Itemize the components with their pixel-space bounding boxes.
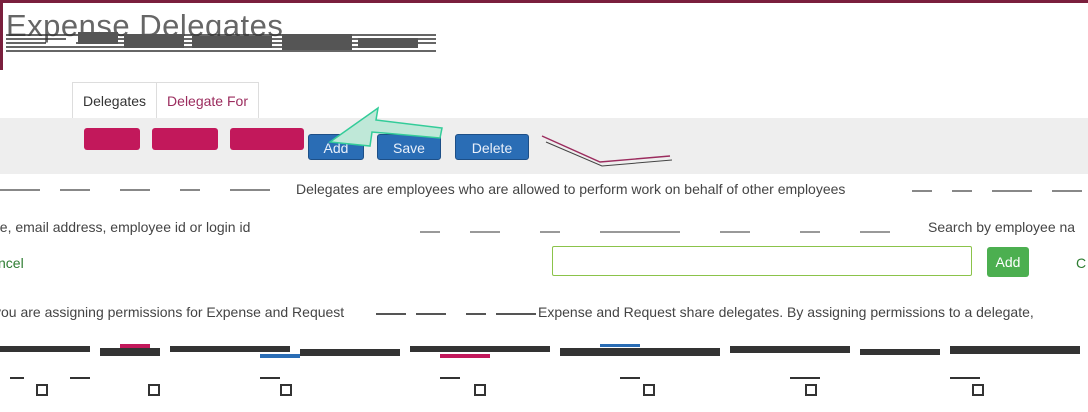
description-distortion-left (0, 189, 270, 191)
row-checkbox[interactable] (36, 384, 48, 396)
tab-bar: Delegates Delegate For (72, 82, 259, 118)
tab-delegates[interactable]: Delegates (72, 82, 158, 118)
toolbar-mask (0, 150, 296, 174)
row-checkbox[interactable] (643, 384, 655, 396)
title-distortion (6, 32, 436, 52)
row-checkbox[interactable] (474, 384, 486, 396)
row-checkbox[interactable] (148, 384, 160, 396)
row-checkbox[interactable] (280, 384, 292, 396)
left-border (0, 0, 3, 70)
hint-distortion (420, 231, 890, 233)
row-separator (10, 377, 980, 379)
arrow-annotation-icon (327, 106, 443, 147)
arrow-annotation-2-icon (541, 135, 673, 167)
note-distortion (376, 313, 536, 315)
employee-search-input[interactable] (552, 246, 972, 276)
top-border (0, 0, 1088, 3)
cancel-link-right[interactable]: C (1076, 255, 1086, 271)
row-checkbox[interactable] (972, 384, 984, 396)
save-button-ghost[interactable] (152, 128, 218, 150)
row-checkbox[interactable] (805, 384, 817, 396)
tab-delegate-for[interactable]: Delegate For (157, 82, 259, 118)
delegates-description: Delegates are employees who are allowed … (296, 181, 846, 197)
add-delegate-button[interactable]: Add (987, 247, 1029, 277)
search-label: Search by employee na (928, 219, 1076, 235)
cancel-link[interactable]: ncel (0, 255, 24, 271)
add-button-ghost[interactable] (84, 128, 140, 150)
description-distortion-right (912, 190, 1082, 192)
permissions-note: you are assigning permissions for Expens… (0, 304, 345, 320)
delete-button-ghost[interactable] (230, 128, 304, 150)
table-header-distortion (0, 344, 1080, 358)
shared-delegates-note: Expense and Request share delegates. By … (538, 304, 1034, 320)
search-hint-text: ne, email address, employee id or login … (0, 219, 251, 235)
delete-button[interactable]: Delete (455, 134, 529, 160)
